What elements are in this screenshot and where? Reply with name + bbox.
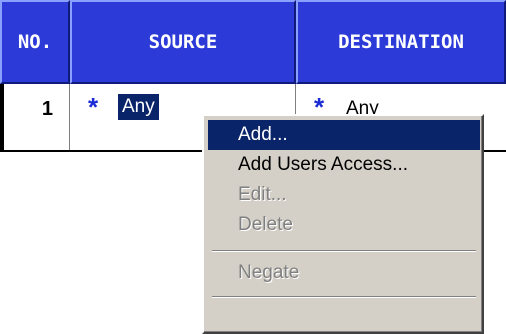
star-icon: * xyxy=(88,92,99,122)
column-header-destination[interactable]: DESTINATION xyxy=(296,0,506,84)
column-header-source[interactable]: SOURCE xyxy=(70,0,296,84)
source-value[interactable]: Any xyxy=(118,94,159,120)
column-header-no[interactable]: NO. xyxy=(0,0,70,84)
menu-item-delete-label: Delete xyxy=(238,214,293,235)
row-number-cell[interactable]: 1 xyxy=(0,84,70,150)
menu-separator xyxy=(212,296,476,298)
menu-item-negate[interactable]: Negate xyxy=(208,258,480,288)
context-menu: Add... Add Users Access... Edit... Delet… xyxy=(202,114,484,334)
row-number: 1 xyxy=(41,98,53,120)
menu-item-add[interactable]: Add... xyxy=(208,120,480,150)
menu-item-edit[interactable]: Edit... xyxy=(208,180,480,210)
column-header-no-label: NO. xyxy=(17,31,53,53)
column-header-destination-label: DESTINATION xyxy=(338,31,464,53)
menu-item-delete[interactable]: Delete xyxy=(208,210,480,240)
menu-item-add-users-access[interactable]: Add Users Access... xyxy=(208,150,480,180)
menu-item-negate-label: Negate xyxy=(238,262,300,283)
menu-item-add-users-access-label: Add Users Access... xyxy=(238,154,409,175)
menu-item-edit-label: Edit... xyxy=(238,184,287,205)
column-header-source-label: SOURCE xyxy=(148,31,218,53)
menu-separator xyxy=(212,250,476,252)
menu-item-add-label: Add... xyxy=(238,124,288,145)
